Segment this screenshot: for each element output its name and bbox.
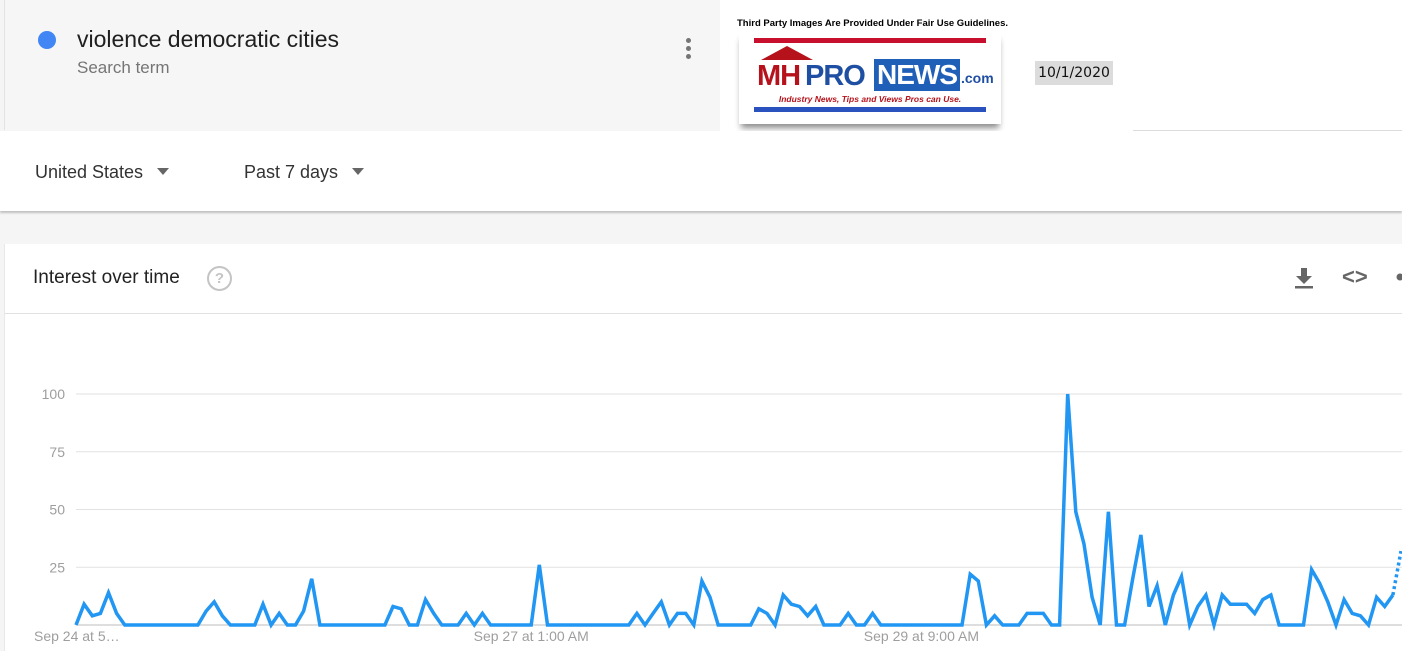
fair-use-notice: Third Party Images Are Provided Under Fa… [737, 18, 1009, 29]
line-chart[interactable]: 25 50 75 100 Sep 24 at 5… Sep 27 at 1:00 AM Se… [5, 244, 1402, 651]
time-range-value: Past 7 days [244, 162, 339, 182]
search-term-card: violence democratic cities Search term [4, 0, 721, 130]
mhpronews-logo: MH PRO NEWS .com Industry News, Tips and… [739, 32, 1001, 124]
region-dropdown[interactable]: United States [35, 162, 170, 183]
logo-red-bar [754, 38, 986, 43]
y-tick-label: 50 [49, 502, 65, 518]
x-tick-label: Sep 29 at 9:00 AM [864, 628, 979, 644]
y-tick-label: 25 [49, 559, 65, 575]
logo-pro: PRO [805, 60, 866, 92]
interest-over-time-panel: Interest over time ? <> 25 50 75 100 Sep 24 … [4, 244, 1402, 651]
x-tick-label: Sep 27 at 1:00 AM [474, 628, 589, 644]
chevron-down-icon [352, 167, 365, 175]
series-line-partial [1391, 550, 1402, 596]
logo-news: NEWS [874, 59, 960, 91]
more-options-icon[interactable] [683, 38, 693, 64]
date-stamp: 10/1/2020 [1035, 61, 1113, 85]
house-roof-icon [761, 46, 813, 60]
logo-com: .com [961, 70, 994, 86]
filter-bar: United States Past 7 days [0, 131, 1402, 211]
logo-tagline: Industry News, Tips and Views Pros can U… [778, 94, 962, 104]
time-range-dropdown[interactable]: Past 7 days [244, 162, 365, 183]
y-tick-label: 75 [49, 444, 65, 460]
chevron-down-icon [157, 167, 170, 175]
x-tick-label: Sep 24 at 5… [34, 628, 120, 644]
search-term-name[interactable]: violence democratic cities [77, 26, 339, 53]
watermark-overlay: Third Party Images Are Provided Under Fa… [735, 18, 1009, 138]
logo-blue-bar [754, 107, 986, 112]
y-tick-label: 100 [42, 386, 66, 402]
search-term-type: Search term [77, 58, 170, 77]
series-color-dot [38, 31, 56, 49]
logo-mh: MH [757, 60, 801, 92]
region-value: United States [35, 162, 144, 182]
